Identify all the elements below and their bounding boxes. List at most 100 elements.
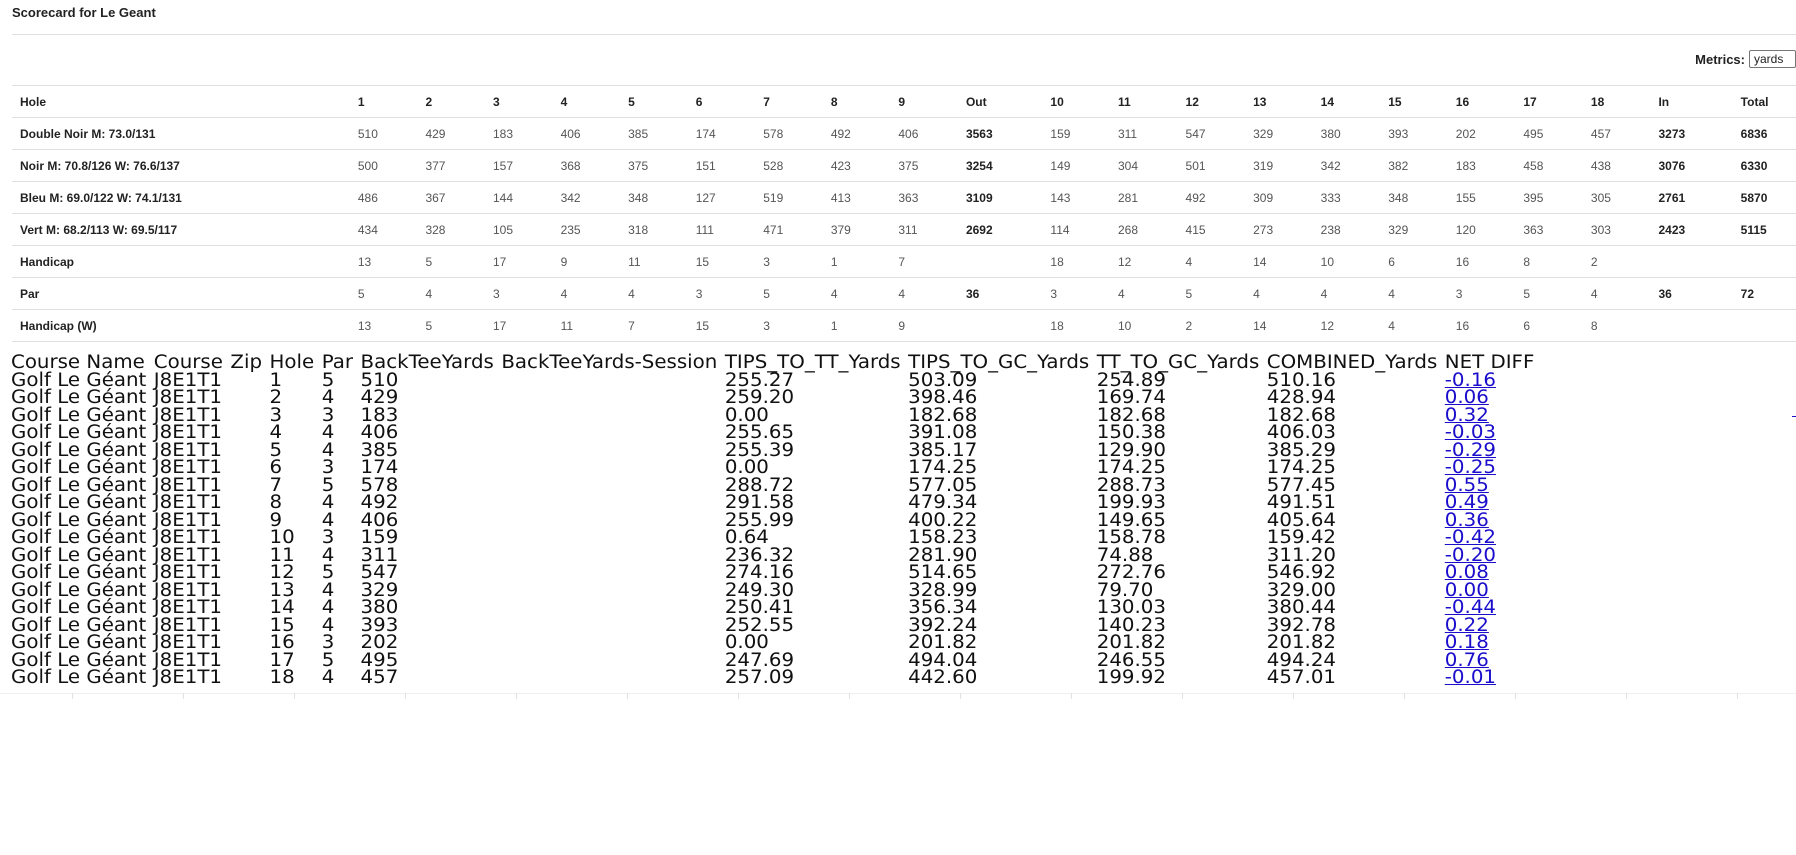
scorecard-cell: 2 (1177, 309, 1246, 342)
data-table-cell: 250.41 (724, 597, 795, 618)
data-table-cell (230, 459, 269, 477)
scorecard-cell: 159 (1042, 117, 1110, 150)
scorecard-cell: 3 (1447, 277, 1516, 310)
scorecard-cell: 486 (349, 181, 418, 214)
data-table-cell: 547 (360, 562, 399, 583)
tick-mark (960, 693, 961, 699)
scorecard-cell: 3 (755, 309, 823, 342)
scorecard-cell: 528 (755, 149, 823, 182)
scorecard-row: Noir M: 70.8/126 W: 76.6/137 500 377 157 368… (12, 149, 1796, 182)
data-table-cell: 4 (269, 422, 283, 443)
scorecard-cell: 10 (1312, 245, 1381, 278)
data-table-cell: 158.23 (908, 527, 978, 548)
scorecard-cell: 2 (1582, 245, 1651, 278)
scorecard-row: Handicap (W) 13 5 17 11 7 15 3 1 9 18 10 2 14 12 4 16 6 8 (12, 309, 1796, 342)
scorecard-cell (1732, 309, 1796, 342)
data-table-cell: Golf Le Géant (11, 492, 147, 513)
title-divider (12, 34, 1796, 35)
data-table-cell: 406 (360, 422, 399, 443)
scorecard-cell: 105 (485, 213, 553, 246)
scorecard-cell: 5 (417, 245, 485, 278)
data-table-row: Golf Le Géant J8E1T1 8 4 492 291.58 479.34 199.… (11, 492, 1542, 513)
scorecard-cell (957, 309, 1043, 342)
scorecard-cell: 5 (349, 277, 418, 310)
tick-mark (72, 693, 73, 699)
net-diff-link[interactable]: -0.01 (1445, 667, 1496, 688)
data-table-cell (501, 512, 724, 530)
scorecard-cell: 273 (1245, 213, 1313, 246)
scorecard-cell: 14 (1245, 245, 1313, 278)
data-table-cell: 174.25 (908, 457, 978, 478)
scorecard-cell: 4 (1380, 309, 1448, 342)
scorecard-header-cell: 16 (1447, 85, 1516, 118)
tick-mark (1071, 693, 1072, 699)
data-table-cell (230, 564, 269, 582)
tick-mark (738, 693, 739, 699)
data-table-cell (230, 617, 269, 635)
metrics-select[interactable]: yards (1749, 50, 1796, 68)
data-table-cell: 491.51 (1266, 492, 1337, 513)
scorecard-cell: 471 (755, 213, 823, 246)
data-table-column-header: TIPS_TO_TT_Yards (724, 352, 901, 373)
data-table-column-header: Hole (269, 352, 315, 373)
scorecard-row: Vert M: 68.2/113 W: 69.5/117 434 328 105 235… (12, 213, 1796, 246)
scorecard-header-cell: 3 (485, 85, 553, 118)
scorecard-cell: 5 (417, 309, 485, 342)
scorecard-cell: 151 (687, 149, 756, 182)
scorecard-cell: 6 (1515, 309, 1583, 342)
data-table-row: Golf Le Géant J8E1T1 14 4 380 250.41 356.34 130… (11, 597, 1542, 618)
data-table-cell: 174 (360, 457, 399, 478)
data-table-cell: 272.76 (1096, 562, 1166, 583)
scorecard-cell: 519 (755, 181, 823, 214)
scorecard-row-label: Par (12, 277, 350, 310)
scorecard-cell: 375 (890, 149, 958, 182)
scorecard-cell: 111 (687, 213, 756, 246)
scorecard-header-cell: 7 (755, 85, 823, 118)
scorecard-cell: 501 (1177, 149, 1246, 182)
data-table-cell (230, 582, 269, 600)
scorecard-row-label: Bleu M: 69.0/122 W: 74.1/131 (12, 181, 350, 214)
scorecard-cell: 4 (1582, 277, 1651, 310)
data-table-cell: 174.25 (1266, 457, 1337, 478)
scorecard-cell: 144 (485, 181, 553, 214)
scorecard-header-cell: Out (957, 85, 1043, 118)
data-table-cell (501, 372, 724, 390)
scorecard-cell: 10 (1109, 309, 1178, 342)
data-table-cell: 18 (269, 667, 295, 688)
data-table-cell (230, 547, 269, 565)
tick-mark (1626, 693, 1627, 699)
scorecard-cell: 2692 (957, 213, 1043, 246)
scorecard-row: Bleu M: 69.0/122 W: 74.1/131 486 367 144 342… (12, 181, 1796, 214)
scorecard-table: Hole 1 2 3 4 5 6 7 8 9 Out 10 11 12 13 14 15 16 17 18 In Tota… (12, 85, 1796, 342)
scorecard-cell: 311 (890, 213, 958, 246)
scorecard-cell: 202 (1447, 117, 1516, 150)
data-table-cell: Golf Le Géant (11, 387, 147, 408)
scorecard-cell: 4 (822, 277, 891, 310)
scorecard-cell: 155 (1447, 181, 1516, 214)
scorecard-header-cell: 13 (1245, 85, 1313, 118)
data-table-column-header: Zip (230, 352, 263, 373)
scorecard-cell: 492 (1177, 181, 1246, 214)
data-table-cell: Golf Le Géant (11, 527, 147, 548)
scorecard-cell: 12 (1109, 245, 1178, 278)
scorecard-header-cell: 8 (822, 85, 891, 118)
data-table-cell (501, 652, 724, 670)
scorecard-cell: 2761 (1650, 181, 1733, 214)
scorecard-cell: 281 (1109, 181, 1178, 214)
data-table-cell: 442.60 (908, 667, 978, 688)
scorecard-cell: 385 (620, 117, 688, 150)
scorecard-cell: 4 (620, 277, 688, 310)
tick-mark (1293, 693, 1294, 699)
data-table-cell (501, 407, 724, 425)
scorecard-cell: 457 (1582, 117, 1651, 150)
scorecard-row: Handicap 13 5 17 9 11 15 3 1 7 18 12 4 14 10 6 16 8 2 (12, 245, 1796, 278)
scorecard-cell: 379 (822, 213, 891, 246)
tick-mark (1182, 693, 1183, 699)
scorecard-cell (957, 245, 1043, 278)
scorecard-cell: 157 (485, 149, 553, 182)
scorecard-cell: 9 (890, 309, 958, 342)
scorecard-cell: 319 (1245, 149, 1313, 182)
scorecard-header-cell: 18 (1582, 85, 1651, 118)
data-table-cell (230, 529, 269, 547)
scorecard-cell: 5 (1177, 277, 1246, 310)
